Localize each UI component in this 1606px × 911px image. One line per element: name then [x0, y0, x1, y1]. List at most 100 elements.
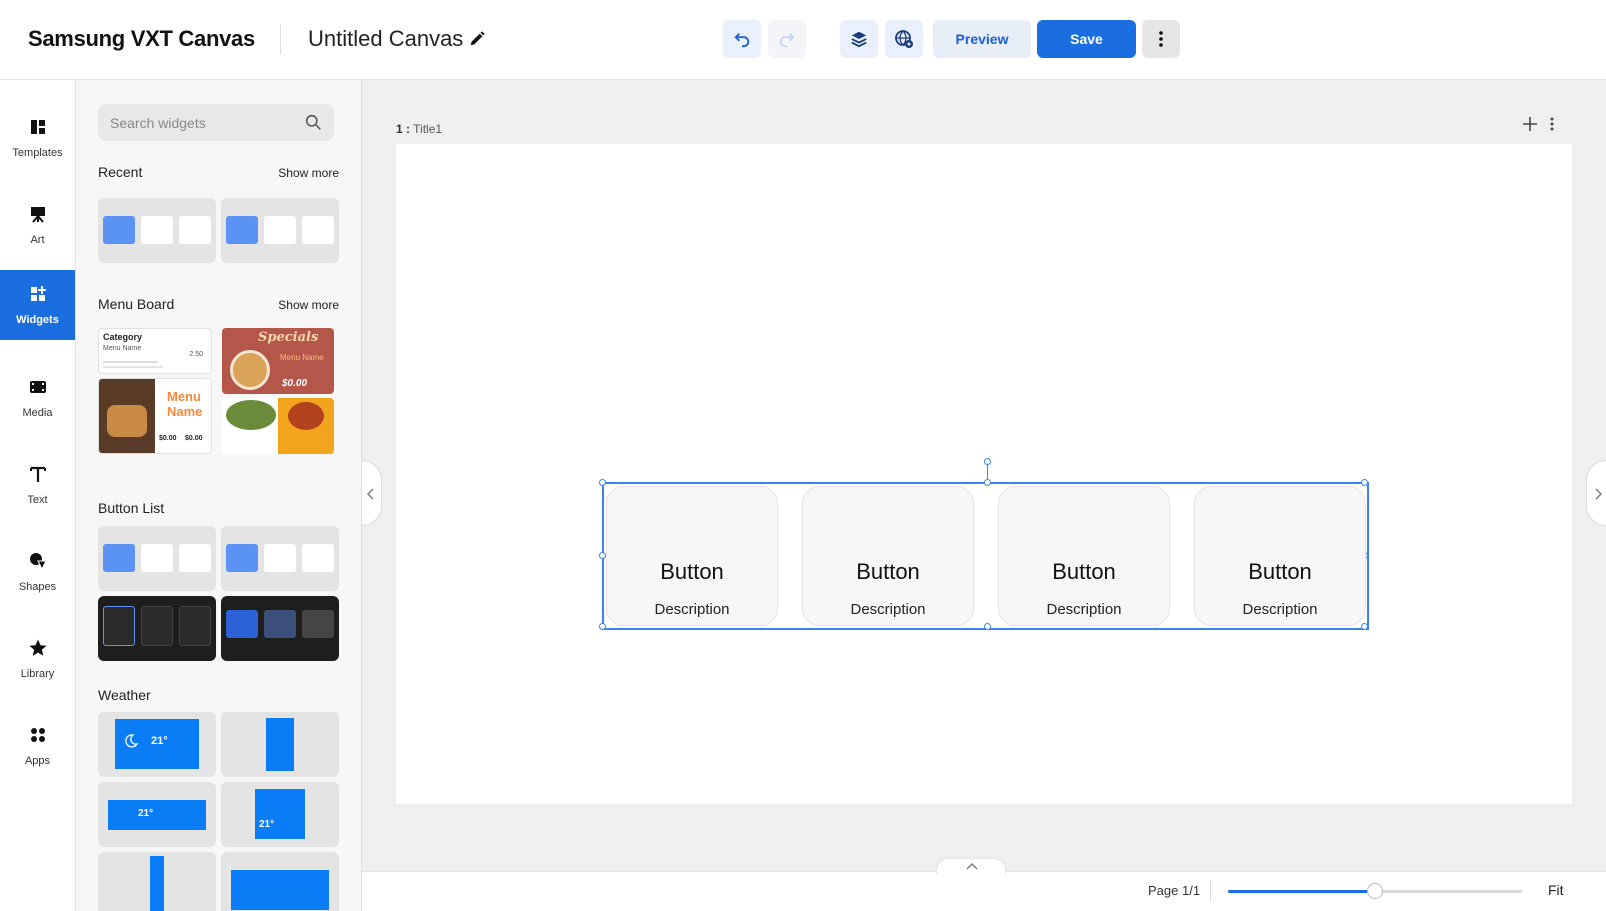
rail-item-apps[interactable]: Apps	[0, 711, 75, 781]
pancake-price-b: $0.00	[185, 435, 203, 442]
menu-thumb-category-label: Category	[103, 332, 143, 342]
rotate-handle[interactable]	[984, 458, 991, 465]
button-list-thumb-dark-2[interactable]	[221, 596, 339, 661]
resize-handle-bottom-right[interactable]	[1361, 623, 1368, 630]
button-card[interactable]: Button Description	[606, 486, 778, 626]
rail-item-templates[interactable]: Templates	[0, 103, 75, 173]
button-card-description: Description	[654, 601, 730, 618]
rail-item-art[interactable]: Art	[0, 190, 75, 260]
weather-card: 21°	[255, 789, 305, 839]
page-strip-toggle[interactable]	[936, 858, 1006, 874]
search-icon[interactable]	[305, 114, 322, 131]
weather-thumb-4[interactable]: 21°	[221, 782, 339, 847]
weather-thumb-6[interactable]	[221, 852, 339, 911]
weather-thumb-5[interactable]	[98, 852, 216, 911]
chevron-up-icon	[966, 863, 978, 870]
weather-temp: 21°	[151, 735, 168, 747]
button-list-thumb-dark-1[interactable]	[98, 596, 216, 661]
undo-icon	[734, 32, 750, 48]
rail-item-media[interactable]: Media	[0, 363, 75, 433]
thumb-tile	[302, 216, 334, 244]
resize-handle-top-right[interactable]	[1361, 479, 1368, 486]
section-title-recent: Recent	[98, 164, 143, 180]
resize-handle-bottom-left[interactable]	[599, 623, 606, 630]
document-title[interactable]: Untitled Canvas	[308, 26, 463, 52]
page-title[interactable]: Title1	[413, 122, 442, 136]
recent-widget-thumb-1[interactable]	[98, 198, 216, 263]
weather-card	[266, 718, 294, 771]
fit-button[interactable]: Fit	[1548, 882, 1564, 898]
redo-button[interactable]	[768, 20, 806, 58]
app-root: Samsung VXT Canvas Untitled Canvas Previ…	[0, 0, 1606, 911]
rail-item-widgets[interactable]: Widgets	[0, 270, 75, 340]
rail-label-apps: Apps	[24, 755, 51, 767]
thumb-tile	[179, 544, 211, 572]
thumb-tile	[226, 610, 258, 638]
menu-thumb-food-grid[interactable]	[222, 398, 334, 454]
save-button[interactable]: Save	[1037, 20, 1136, 58]
salad-image	[226, 400, 276, 430]
thumb-tile	[179, 216, 211, 244]
recent-widget-thumb-2[interactable]	[221, 198, 339, 263]
widgets-icon	[30, 286, 46, 301]
rail-label-shapes: Shapes	[18, 581, 57, 593]
thumb-tile	[103, 544, 135, 572]
specials-price: $0.00	[282, 378, 308, 389]
wrap-image	[288, 402, 324, 430]
rail-item-library[interactable]: Library	[0, 624, 75, 694]
menu-thumb-category[interactable]: Category Menu Name 2.50	[98, 328, 212, 374]
weather-thumb-3[interactable]: 21°	[98, 782, 216, 847]
chevron-right-icon	[1595, 488, 1602, 500]
menu-thumb-pancake[interactable]: Menu Name $0.00 $0.00	[98, 378, 212, 454]
menu-board-show-more-link[interactable]: Show more	[278, 298, 339, 312]
weather-thumb-2[interactable]	[221, 712, 339, 777]
web-settings-button[interactable]	[885, 20, 923, 58]
zoom-slider[interactable]	[1228, 883, 1522, 899]
button-card-title: Button	[660, 559, 724, 584]
menu-thumb-line	[103, 361, 158, 363]
button-list-thumb-light-2[interactable]	[221, 526, 339, 591]
thumb-tile	[264, 544, 296, 572]
pencil-icon[interactable]	[468, 30, 486, 48]
recent-show-more-link[interactable]: Show more	[278, 166, 339, 180]
thumb-tile	[103, 606, 135, 646]
apps-icon	[30, 728, 45, 742]
weather-thumb-1[interactable]: 21°	[98, 712, 216, 777]
page-count: Page 1/1	[1148, 883, 1201, 898]
expand-right-panel-tab[interactable]	[1586, 460, 1606, 526]
layers-button[interactable]	[840, 20, 878, 58]
section-title-weather: Weather	[98, 687, 151, 703]
menu-thumb-specials[interactable]: Specials Menu Name $0.00	[222, 328, 334, 394]
brand-logo: Samsung VXT Canvas	[28, 26, 255, 51]
page-menu-icon[interactable]	[1550, 117, 1554, 131]
zoom-slider-knob[interactable]	[1367, 883, 1383, 899]
design-canvas[interactable]	[396, 144, 1572, 804]
button-card[interactable]: Button Description	[998, 486, 1170, 626]
thumb-tile	[302, 544, 334, 572]
preview-button[interactable]: Preview	[933, 20, 1031, 58]
add-page-icon[interactable]	[1522, 116, 1538, 132]
button-card[interactable]: Button Description	[802, 486, 974, 626]
button-list-widget[interactable]: Button Description Button Description Bu…	[599, 458, 1369, 630]
menu-thumb-name: Menu Name	[103, 345, 142, 352]
resize-handle-top-left[interactable]	[599, 479, 606, 486]
search-input[interactable]	[98, 104, 288, 141]
thumb-tile	[264, 216, 296, 244]
button-card-title: Button	[856, 559, 920, 584]
rail-item-text[interactable]: Text	[0, 450, 75, 520]
undo-button[interactable]	[723, 20, 761, 58]
resize-handle-left[interactable]	[599, 552, 606, 559]
collapse-panel-tab[interactable]	[362, 460, 382, 526]
pancake-price-a: $0.00	[159, 435, 177, 442]
specials-title: Specials	[258, 330, 319, 345]
button-card[interactable]: Button Description	[1194, 486, 1366, 626]
resize-handle-top[interactable]	[984, 479, 991, 486]
left-rail: Templates Art Widgets Media Text Shapes …	[0, 80, 76, 911]
button-card-description: Description	[1046, 601, 1122, 618]
resize-handle-bottom[interactable]	[984, 623, 991, 630]
rail-item-shapes[interactable]: Shapes	[0, 537, 75, 607]
button-list-thumb-light-1[interactable]	[98, 526, 216, 591]
star-icon	[29, 639, 46, 656]
rail-label-templates: Templates	[12, 147, 63, 159]
more-options-button[interactable]	[1142, 20, 1180, 58]
